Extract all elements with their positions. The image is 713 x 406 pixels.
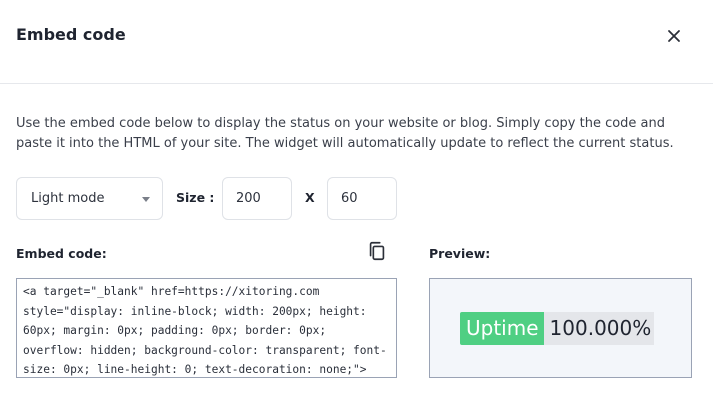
chevron-down-icon <box>142 197 150 202</box>
description-text: Use the embed code below to display the … <box>16 116 674 151</box>
close-icon[interactable] <box>662 24 686 48</box>
copy-icon[interactable] <box>366 240 388 262</box>
size-label: Size : <box>176 190 215 205</box>
dialog-title: Embed code <box>16 25 126 44</box>
uptime-badge: Uptime 100.000% <box>460 312 655 345</box>
preview-panel: Uptime 100.000% <box>429 278 692 378</box>
embed-code-textarea[interactable]: <a target="_blank" href=https://xitoring… <box>16 278 397 378</box>
height-input[interactable] <box>327 177 397 220</box>
size-separator-label: X <box>305 190 315 205</box>
width-input[interactable] <box>222 177 292 220</box>
theme-mode-select[interactable]: Light mode <box>16 177 163 220</box>
preview-label: Preview: <box>429 246 491 261</box>
theme-mode-value: Light mode <box>31 191 105 206</box>
embed-code-label: Embed code: <box>16 246 107 261</box>
badge-uptime-value: 100.000% <box>543 312 655 345</box>
badge-uptime-label: Uptime <box>460 312 544 345</box>
dialog-header: Embed code <box>0 0 713 84</box>
